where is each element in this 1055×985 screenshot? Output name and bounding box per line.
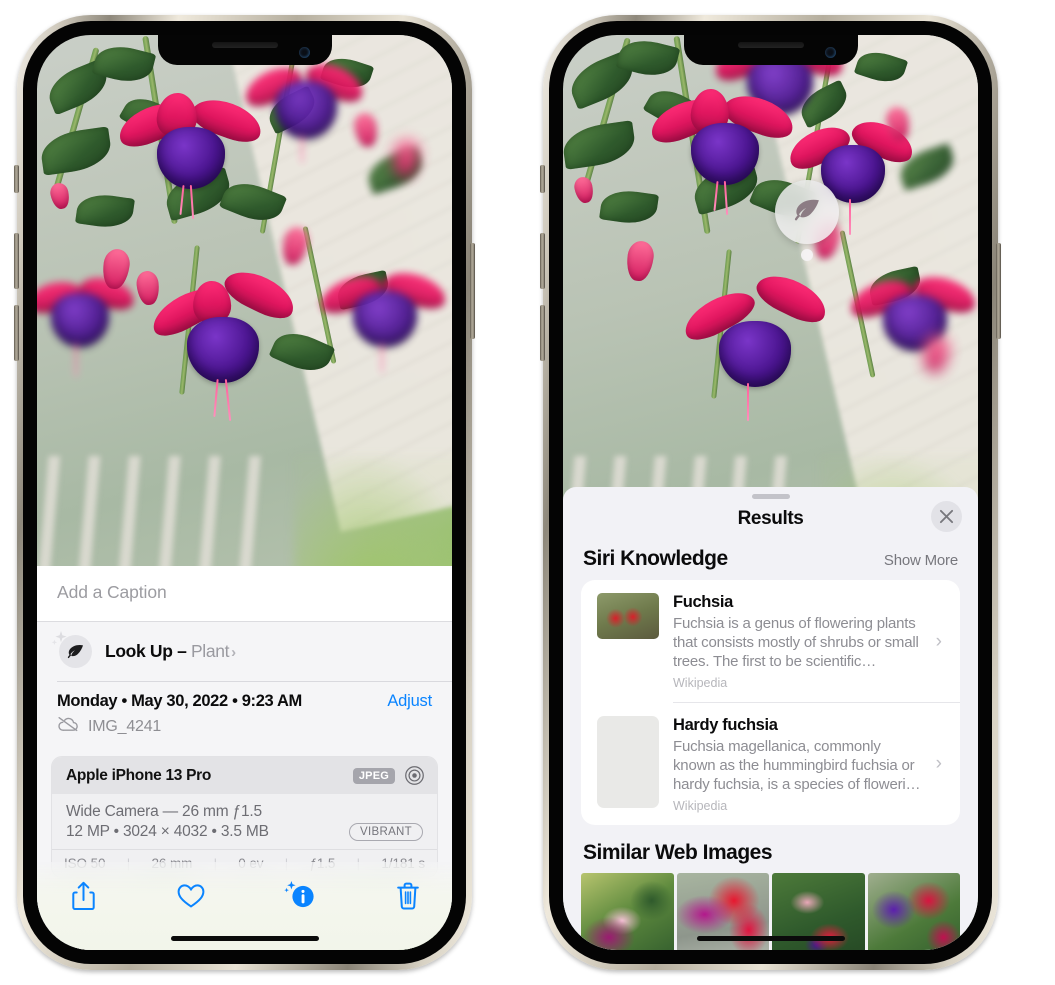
device-notch-left	[157, 35, 332, 65]
delete-button[interactable]	[388, 876, 428, 916]
look-up-row[interactable]: Look Up – Plant ›	[37, 622, 452, 681]
knowledge-title: Fuchsia	[673, 593, 733, 611]
siri-knowledge-card: Fuchsia Fuchsia is a genus of flowering …	[581, 580, 960, 825]
knowledge-title: Hardy fuchsia	[673, 715, 778, 734]
power-button-right[interactable]	[996, 243, 1001, 339]
cloud-slash-icon	[57, 716, 79, 737]
sparkles-icon	[49, 630, 71, 657]
earpiece-speaker	[737, 42, 804, 48]
exif-card[interactable]: Apple iPhone 13 Pro JPEG Wide Camera — 2…	[51, 756, 438, 878]
fuchsia-flower	[677, 266, 833, 421]
look-up-label: Look Up – Plant ›	[105, 641, 236, 662]
aperture-icon	[404, 765, 425, 786]
exif-body: Wide Camera — 26 mm ƒ1.5 12 MP • 3024 × …	[52, 794, 437, 849]
results-title: Results	[737, 508, 804, 529]
info-button[interactable]	[280, 876, 320, 916]
left-phone-screen: Add a Caption Look Up – Plant › Monday •…	[37, 35, 452, 950]
web-image-thumbnail[interactable]	[867, 872, 960, 950]
fuchsia-flower	[315, 257, 451, 377]
close-button[interactable]	[931, 501, 962, 532]
fuchsia-flower	[145, 262, 301, 421]
favorite-button[interactable]	[171, 876, 211, 916]
look-up-title: Look Up	[105, 640, 173, 661]
knowledge-thumbnail	[597, 593, 659, 639]
close-icon	[939, 509, 954, 524]
earpiece-speaker	[211, 42, 278, 48]
front-camera	[824, 47, 836, 58]
caption-placeholder: Add a Caption	[57, 581, 167, 602]
home-indicator-left[interactable]	[170, 936, 319, 941]
file-format-badge: JPEG	[352, 767, 395, 784]
left-phone-device: Add a Caption Look Up – Plant › Monday •…	[14, 15, 475, 970]
chevron-right-icon: ›	[231, 643, 236, 661]
camera-device: Apple iPhone 13 Pro	[66, 766, 212, 784]
power-button-left[interactable]	[470, 243, 475, 339]
photo-date: Monday • May 30, 2022 • 9:23 AM	[57, 692, 302, 710]
siri-knowledge-header: Siri Knowledge Show More	[563, 543, 978, 580]
results-header: Results	[563, 499, 978, 543]
leaf-icon	[792, 195, 822, 230]
device-notch-right	[683, 35, 858, 65]
similar-web-images-header: Similar Web Images	[563, 825, 978, 873]
caption-field[interactable]: Add a Caption	[37, 565, 452, 622]
similar-web-images-title: Similar Web Images	[583, 840, 773, 864]
knowledge-description: Fuchsia magellanica, commonly known as t…	[673, 737, 921, 793]
chevron-right-icon: ›	[935, 753, 942, 775]
results-sheet: Results Siri Knowledge Show More Fuchsia…	[563, 487, 978, 950]
look-up-subject: Plant	[190, 640, 230, 661]
vibrant-badge: VIBRANT	[349, 823, 423, 841]
photo-filename: IMG_4241	[88, 717, 162, 735]
knowledge-source: Wikipedia	[673, 798, 728, 813]
volume-up-button-left[interactable]	[14, 233, 19, 289]
visual-lookup-badge-tail	[801, 249, 813, 261]
knowledge-source: Wikipedia	[673, 676, 728, 691]
show-more-button[interactable]: Show More	[884, 552, 958, 569]
mute-switch-right[interactable]	[540, 165, 545, 193]
screenshot-stage: Add a Caption Look Up – Plant › Monday •…	[0, 0, 1055, 985]
web-image-thumbnail[interactable]	[581, 872, 674, 950]
image-specs: 12 MP • 3024 × 4032 • 3.5 MB	[66, 823, 269, 840]
look-up-dash: –	[177, 640, 187, 661]
knowledge-description: Fuchsia is a genus of flowering plants t…	[673, 615, 919, 671]
front-camera	[298, 47, 310, 58]
home-indicator-right[interactable]	[696, 936, 845, 941]
fuchsia-flower	[239, 51, 373, 171]
knowledge-item[interactable]: Hardy fuchsia Fuchsia magellanica, commo…	[581, 703, 960, 825]
exif-header: Apple iPhone 13 Pro JPEG	[52, 757, 437, 794]
volume-down-button-left[interactable]	[14, 305, 19, 361]
knowledge-item[interactable]: Fuchsia Fuchsia is a genus of flowering …	[581, 580, 960, 702]
volume-up-button-right[interactable]	[540, 233, 545, 289]
volume-down-button-right[interactable]	[540, 305, 545, 361]
fuchsia-flower	[845, 261, 978, 381]
share-button[interactable]	[63, 876, 103, 916]
adjust-button[interactable]: Adjust	[387, 692, 432, 711]
mute-switch-left[interactable]	[14, 165, 19, 193]
chevron-right-icon: ›	[935, 630, 942, 652]
photo-metadata: Monday • May 30, 2022 • 9:23 AM Adjust I…	[37, 681, 452, 747]
lens-info: Wide Camera — 26 mm ƒ1.5	[66, 803, 262, 820]
right-phone-device: Results Siri Knowledge Show More Fuchsia…	[540, 15, 1001, 970]
fuchsia-flower	[645, 87, 799, 217]
knowledge-thumbnail	[597, 715, 659, 808]
visual-lookup-badge[interactable]	[775, 180, 839, 244]
siri-knowledge-title: Siri Knowledge	[583, 547, 728, 570]
right-phone-screen: Results Siri Knowledge Show More Fuchsia…	[563, 35, 978, 950]
